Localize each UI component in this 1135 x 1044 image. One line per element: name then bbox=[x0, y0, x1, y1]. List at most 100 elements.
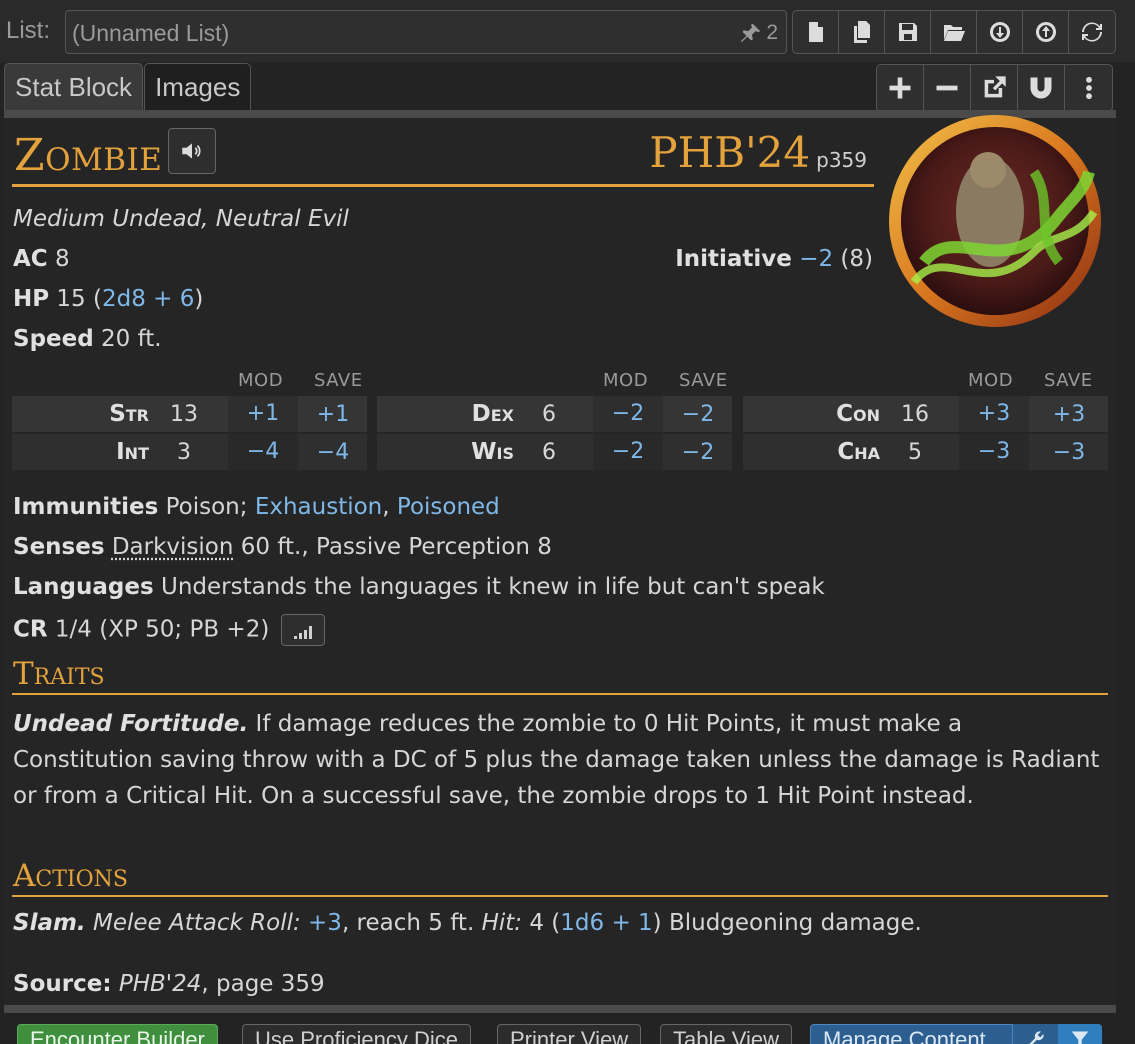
list-name-input[interactable]: (Unnamed List) 2 bbox=[65, 10, 787, 54]
speaker-icon bbox=[179, 138, 205, 164]
attack-roll[interactable]: +3 bbox=[308, 910, 342, 936]
initiative-label: Initiative bbox=[675, 246, 792, 272]
tab-stat-block[interactable]: Stat Block bbox=[4, 63, 143, 111]
new-list-button[interactable] bbox=[793, 11, 839, 53]
speed-value: 20 ft. bbox=[101, 326, 162, 352]
ability-mod-roll[interactable]: +3 bbox=[959, 396, 1029, 432]
encounter-builder-button[interactable]: Encounter Builder bbox=[17, 1024, 218, 1044]
filter-icon bbox=[1068, 1029, 1092, 1044]
panel-bottom-border bbox=[4, 1005, 1116, 1013]
actions-divider bbox=[12, 895, 1108, 897]
statblock-toolbar bbox=[876, 64, 1113, 112]
list-bar: List: (Unnamed List) 2 bbox=[0, 0, 1135, 62]
tab-images[interactable]: Images bbox=[144, 63, 251, 111]
initiative-roll[interactable]: −2 bbox=[799, 246, 833, 272]
download-button[interactable] bbox=[977, 11, 1023, 53]
manage-content-settings-button[interactable] bbox=[1012, 1024, 1058, 1044]
ability-mod-roll[interactable]: −4 bbox=[228, 434, 298, 470]
ability-score: 6 bbox=[529, 440, 569, 465]
trait-undead-fortitude: Undead Fortitude. If damage reduces the … bbox=[13, 706, 1108, 814]
senses-text: 60 ft., Passive Perception 8 bbox=[241, 534, 552, 560]
pronounce-button[interactable] bbox=[168, 128, 216, 174]
action-name: Slam. bbox=[13, 910, 86, 936]
scale-cr-button[interactable] bbox=[281, 614, 325, 646]
source-line: Source: PHB'24, page 359 bbox=[13, 971, 325, 997]
source-abbreviation[interactable]: PHB'24 bbox=[649, 128, 810, 177]
copy-file-icon bbox=[850, 20, 874, 44]
languages: Languages Understands the languages it k… bbox=[13, 574, 825, 600]
save-list-button[interactable] bbox=[885, 11, 931, 53]
plus-icon bbox=[886, 74, 914, 102]
source-book[interactable]: PHB'24 bbox=[119, 971, 202, 997]
upload-button[interactable] bbox=[1023, 11, 1069, 53]
ability-mod-roll[interactable]: +1 bbox=[228, 396, 298, 432]
ability-save-roll[interactable]: −2 bbox=[665, 402, 731, 427]
senses: Senses Darkvision 60 ft., Passive Percep… bbox=[13, 534, 552, 560]
ability-row-int: Int 3 −4 −4 bbox=[12, 434, 367, 470]
pinned-count-value: 2 bbox=[766, 21, 778, 45]
ability-table-str-int: Str 13 +1 +1 Int 3 −4 −4 bbox=[12, 396, 367, 470]
ability-mod-roll[interactable]: −2 bbox=[593, 396, 663, 432]
ability-save-roll[interactable]: +3 bbox=[1031, 402, 1107, 427]
source-line-page: , page 359 bbox=[201, 971, 324, 997]
immunities-label: Immunities bbox=[13, 494, 158, 520]
load-list-button[interactable] bbox=[931, 11, 977, 53]
ability-name: Con bbox=[836, 401, 880, 427]
pin-to-page-button[interactable] bbox=[1018, 65, 1065, 111]
folder-open-icon bbox=[942, 20, 966, 44]
more-options-button[interactable] bbox=[1065, 65, 1112, 111]
ability-save-roll[interactable]: −3 bbox=[1031, 440, 1107, 465]
ability-row-con: Con 16 +3 +3 bbox=[743, 396, 1108, 432]
ability-score: 6 bbox=[529, 402, 569, 427]
new-file-icon bbox=[804, 20, 828, 44]
list-actions bbox=[792, 10, 1116, 54]
initiative: Initiative −2 (8) bbox=[675, 246, 873, 272]
ability-score: 5 bbox=[895, 440, 935, 465]
ability-mod-roll[interactable]: −2 bbox=[593, 434, 663, 470]
remove-button[interactable] bbox=[924, 65, 971, 111]
immunities-text: Poison; bbox=[166, 494, 248, 520]
source-header[interactable]: PHB'24 p359 bbox=[649, 128, 867, 177]
list-name-value: (Unnamed List) bbox=[72, 20, 229, 47]
ability-score: 13 bbox=[164, 402, 204, 427]
wrench-icon bbox=[1026, 1029, 1046, 1044]
condition-link-poisoned[interactable]: Poisoned bbox=[397, 494, 500, 520]
hp-dice-roll[interactable]: 2d8 + 6 bbox=[102, 286, 194, 312]
hp-value: 15 ( bbox=[56, 286, 102, 312]
mod-header-3: MOD bbox=[968, 370, 1013, 391]
ability-name: Dex bbox=[472, 401, 514, 427]
languages-text: Understands the languages it knew in lif… bbox=[161, 574, 825, 600]
printer-view-button[interactable]: Printer View bbox=[497, 1024, 641, 1044]
save-header-3: SAVE bbox=[1044, 370, 1093, 391]
table-view-button[interactable]: Table View bbox=[660, 1024, 792, 1044]
creature-token-image[interactable] bbox=[884, 112, 1106, 334]
condition-link-exhaustion[interactable]: Exhaustion bbox=[255, 494, 382, 520]
mod-header-1: MOD bbox=[238, 370, 283, 391]
use-proficiency-dice-button[interactable]: Use Proficiency Dice bbox=[242, 1024, 471, 1044]
pinned-count[interactable]: 2 bbox=[740, 21, 778, 45]
initiative-score: (8) bbox=[840, 246, 873, 272]
damage-roll[interactable]: 1d6 + 1 bbox=[560, 910, 652, 936]
creature-name: Zombie bbox=[14, 130, 162, 181]
bar-chart-icon bbox=[294, 636, 297, 639]
ability-save-roll[interactable]: +1 bbox=[300, 402, 366, 427]
ability-mod-roll[interactable]: −3 bbox=[959, 434, 1029, 470]
ability-save-roll[interactable]: −2 bbox=[665, 440, 731, 465]
hp-close: ) bbox=[194, 286, 203, 312]
ability-table-dex-wis: Dex 6 −2 −2 Wis 6 −2 −2 bbox=[377, 396, 732, 470]
duplicate-list-button[interactable] bbox=[839, 11, 885, 53]
ability-save-roll[interactable]: −4 bbox=[300, 440, 366, 465]
refresh-button[interactable] bbox=[1069, 11, 1115, 53]
name-divider bbox=[12, 184, 874, 187]
manage-content-filter-button[interactable] bbox=[1058, 1024, 1102, 1044]
ability-name: Int bbox=[116, 439, 149, 465]
hit-value: 4 ( bbox=[529, 910, 560, 936]
pin-icon bbox=[740, 22, 762, 44]
popout-button[interactable] bbox=[971, 65, 1018, 111]
list-label: List: bbox=[6, 17, 50, 45]
ac-label: AC bbox=[13, 246, 48, 272]
add-button[interactable] bbox=[877, 65, 924, 111]
ability-row-cha: Cha 5 −3 −3 bbox=[743, 434, 1108, 470]
sense-link-darkvision[interactable]: Darkvision bbox=[112, 534, 234, 560]
action-slam: Slam. Melee Attack Roll: +3, reach 5 ft.… bbox=[13, 910, 922, 936]
